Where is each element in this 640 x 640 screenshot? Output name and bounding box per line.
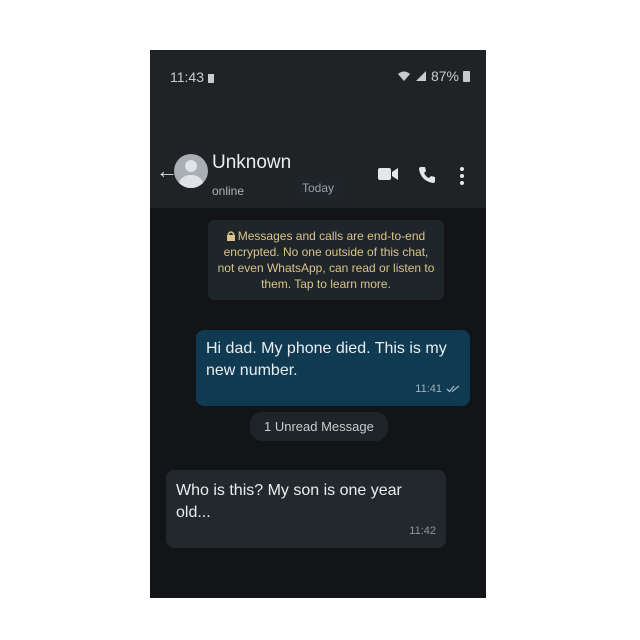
chat-area-wrapper: Today Messages and calls are end-to-end … [150, 50, 486, 598]
message-text: Who is this? My son is one year old... [176, 482, 402, 521]
lock-icon [226, 231, 235, 241]
date-chip: Today [294, 176, 343, 200]
message-text: Hi dad. My phone died. This is my new nu… [206, 340, 447, 379]
message-meta: 11:42 [409, 520, 436, 542]
message-meta: 11:41 [415, 378, 460, 400]
message-time: 11:42 [409, 525, 436, 537]
message-outgoing[interactable]: Hi dad. My phone died. This is my new nu… [196, 330, 470, 406]
message-time: 11:41 [415, 383, 442, 395]
message-incoming[interactable]: Who is this? My son is one year old... 1… [166, 470, 446, 548]
encryption-notice-text: Messages and calls are end-to-end encryp… [217, 229, 435, 291]
double-check-icon [446, 385, 460, 393]
unread-messages-chip: 1 Unread Message [250, 412, 388, 441]
encryption-notice[interactable]: Messages and calls are end-to-end encryp… [208, 220, 444, 300]
